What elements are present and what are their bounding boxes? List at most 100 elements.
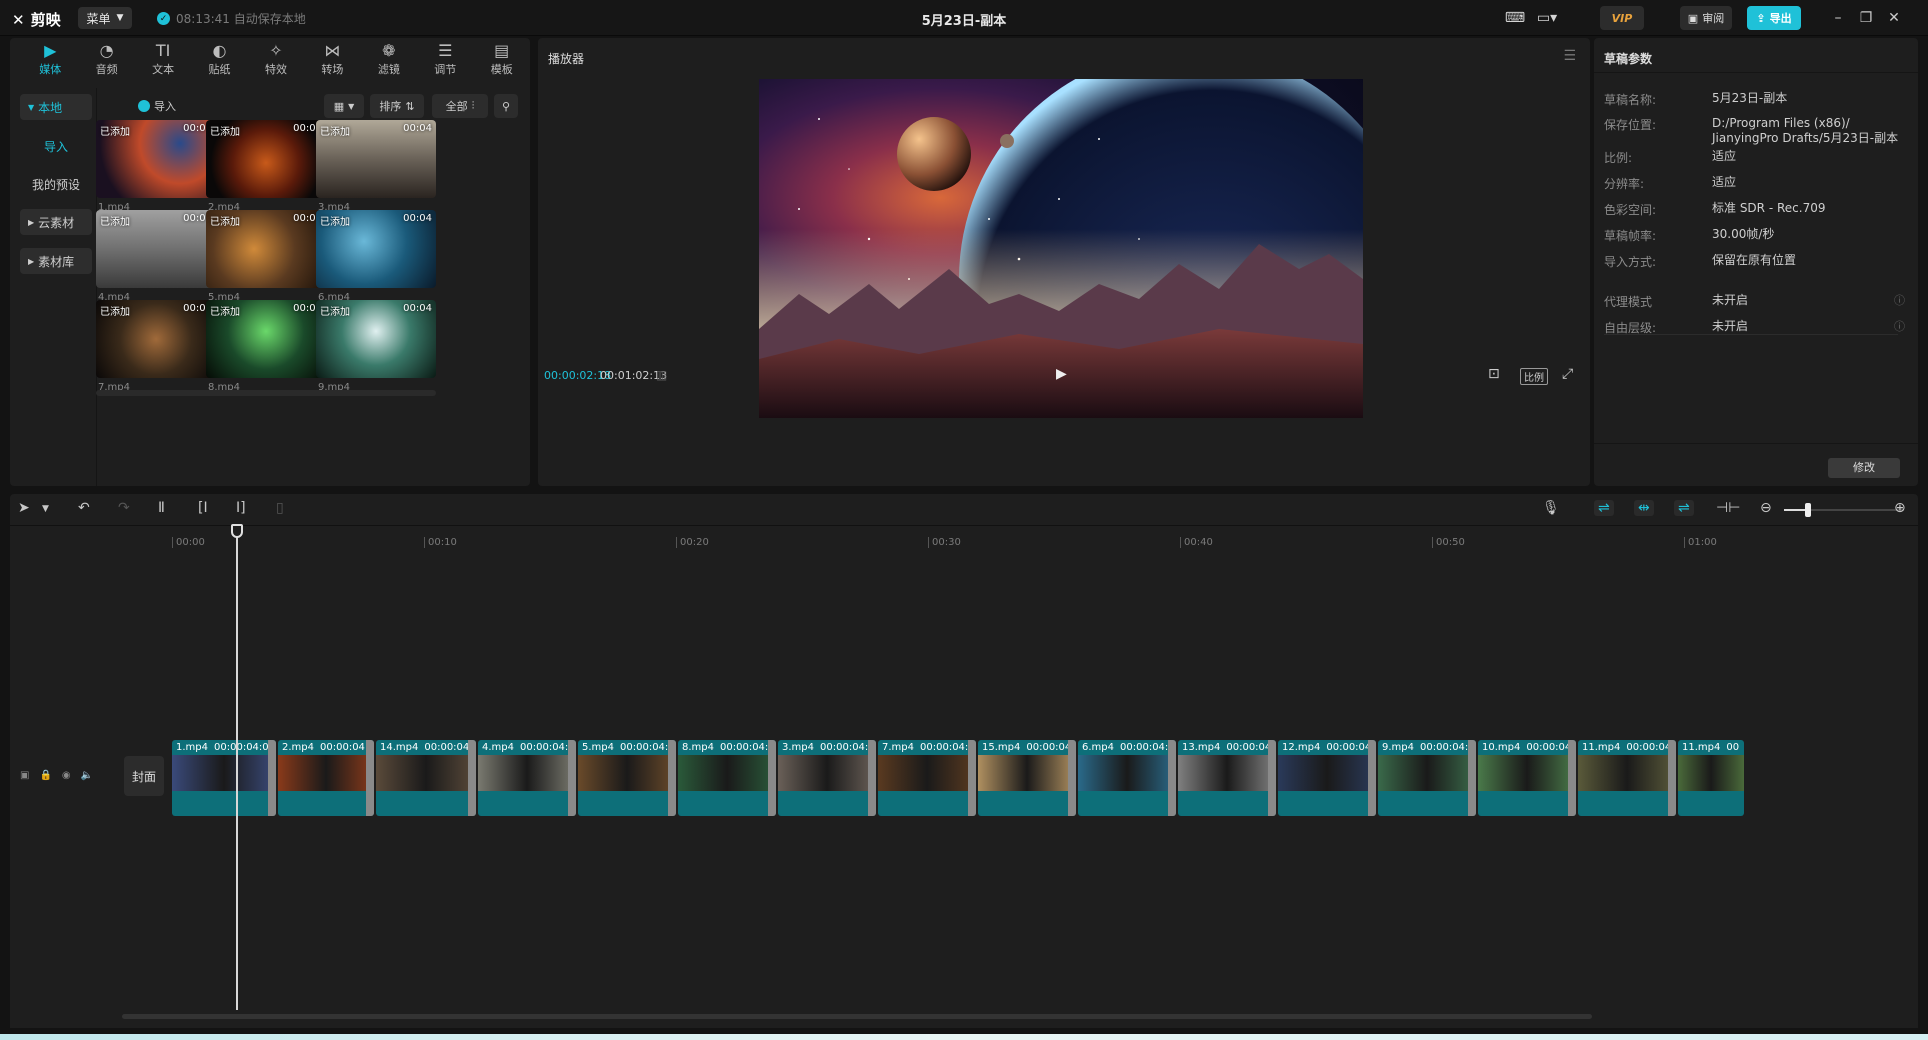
delete-icon[interactable]: ▯ bbox=[276, 500, 284, 516]
playhead-handle[interactable] bbox=[231, 524, 243, 538]
layout-icon[interactable]: ▭▾ bbox=[1530, 10, 1564, 26]
sidebar-item-local[interactable]: ▼ 本地 bbox=[20, 94, 92, 120]
media-thumbnail[interactable]: 已添加 00:04 bbox=[96, 300, 216, 378]
view-mode-button[interactable]: ▦ ▼ bbox=[324, 94, 364, 118]
clip-trim-handle[interactable] bbox=[268, 740, 276, 816]
microphone-icon[interactable]: 🎙 bbox=[1542, 500, 1560, 516]
close-icon[interactable]: ✕ bbox=[1880, 10, 1908, 26]
sidebar-item-cloud[interactable]: ▶ 云素材 bbox=[20, 209, 92, 235]
timeline-clip[interactable]: 3.mp4 00:00:04:0 bbox=[778, 740, 876, 816]
timeline-clip[interactable]: 10.mp4 00:00:04 bbox=[1478, 740, 1576, 816]
clip-trim-handle[interactable] bbox=[1568, 740, 1576, 816]
timeline-clip[interactable]: 1.mp4 00:00:04:00 bbox=[172, 740, 276, 816]
minimize-icon[interactable]: – bbox=[1824, 10, 1852, 26]
magnet-snap-icon[interactable]: ⇌ bbox=[1594, 500, 1614, 516]
split-right-icon[interactable]: Ⅰ] bbox=[236, 500, 246, 516]
clip-trim-handle[interactable] bbox=[1368, 740, 1376, 816]
ratio-button[interactable]: 比例 bbox=[1520, 368, 1548, 385]
undo-icon[interactable]: ↶ bbox=[78, 500, 90, 516]
restore-icon[interactable]: ❐ bbox=[1852, 10, 1880, 26]
media-thumbnail[interactable] bbox=[316, 390, 436, 396]
import-button[interactable]: 导入 bbox=[124, 94, 190, 118]
timeline-clip[interactable]: 5.mp4 00:00:04:0 bbox=[578, 740, 676, 816]
clip-trim-handle[interactable] bbox=[366, 740, 374, 816]
zoom-slider-track[interactable] bbox=[1784, 503, 1904, 517]
sort-button[interactable]: 排序 ⇅ bbox=[370, 94, 424, 118]
tab-effects[interactable]: ✧ 特效 bbox=[248, 38, 304, 82]
media-thumbnail[interactable]: 已添加 00:04 bbox=[206, 120, 326, 198]
media-thumbnail[interactable]: 已添加 00:04 bbox=[316, 300, 436, 378]
sidebar-item-my-presets[interactable]: 我的预设 bbox=[20, 171, 92, 197]
redo-icon[interactable]: ↷ bbox=[118, 500, 130, 516]
clip-trim-handle[interactable] bbox=[968, 740, 976, 816]
media-thumbnail[interactable] bbox=[96, 390, 216, 396]
lock-icon[interactable]: 🔒 bbox=[39, 770, 51, 781]
tab-sticker[interactable]: ◐ 贴纸 bbox=[191, 38, 247, 82]
media-thumbnail[interactable]: 已添加 00:04 bbox=[206, 210, 326, 288]
clip-trim-handle[interactable] bbox=[1168, 740, 1176, 816]
linkage-icon[interactable]: ⇹ bbox=[1634, 500, 1654, 516]
help-icon[interactable]: ⓘ bbox=[1894, 292, 1905, 308]
sidebar-item-library[interactable]: ▶ 素材库 bbox=[20, 248, 92, 274]
track-cover-icon[interactable]: ▣ bbox=[20, 770, 29, 781]
select-cursor-icon[interactable]: ➤ bbox=[18, 500, 30, 516]
tab-template[interactable]: ▤ 模板 bbox=[474, 38, 530, 82]
timeline-clip[interactable]: 15.mp4 00:00:04: bbox=[978, 740, 1076, 816]
menu-lines-icon[interactable]: ☰ bbox=[1563, 48, 1576, 64]
playhead[interactable] bbox=[236, 524, 238, 1010]
play-icon[interactable]: ▶ bbox=[1056, 366, 1067, 382]
media-thumbnail[interactable]: 已添加 00:04 bbox=[96, 120, 216, 198]
preview-axis-icon[interactable]: ⇌ bbox=[1674, 500, 1694, 516]
chevron-down-icon[interactable]: ▼ bbox=[42, 504, 49, 514]
vip-button[interactable]: VIP bbox=[1600, 6, 1644, 30]
media-thumbnail[interactable]: 已添加 00:04 bbox=[316, 120, 436, 198]
clip-trim-handle[interactable] bbox=[468, 740, 476, 816]
search-button[interactable]: ⚲ bbox=[494, 94, 518, 118]
timeline-clip[interactable]: 11.mp4 00 bbox=[1678, 740, 1744, 816]
screenshot-icon[interactable]: ⊡ bbox=[1488, 366, 1500, 382]
waveform-icon[interactable]: ▥ bbox=[656, 368, 667, 382]
speaker-icon[interactable]: 🔈 bbox=[81, 770, 93, 781]
split-icon[interactable]: Ⅱ bbox=[158, 500, 165, 516]
tab-filter[interactable]: ❁ 滤镜 bbox=[361, 38, 417, 82]
timeline-clip[interactable]: 7.mp4 00:00:04:0 bbox=[878, 740, 976, 816]
time-ruler[interactable]: 00:00 00:10 00:20 00:30 00:40 00:50 01:00 bbox=[10, 526, 1918, 550]
align-icon[interactable]: ⊣⊢ bbox=[1716, 500, 1740, 516]
clip-trim-handle[interactable] bbox=[1668, 740, 1676, 816]
sidebar-item-import[interactable]: 导入 bbox=[20, 133, 92, 159]
timeline-clip[interactable]: 8.mp4 00:00:04:0 bbox=[678, 740, 776, 816]
timeline-clip[interactable]: 11.mp4 00:00:04 bbox=[1578, 740, 1676, 816]
zoom-in-icon[interactable]: ⊕ bbox=[1894, 500, 1906, 516]
help-icon[interactable]: ⓘ bbox=[1894, 318, 1905, 334]
timeline-clip[interactable]: 12.mp4 00:00:04 bbox=[1278, 740, 1376, 816]
timeline-clip[interactable]: 9.mp4 00:00:04:0 bbox=[1378, 740, 1476, 816]
media-thumbnail[interactable]: 已添加 00:04 bbox=[96, 210, 216, 288]
eye-icon[interactable]: ◉ bbox=[62, 770, 71, 781]
keyboard-icon[interactable]: ⌨ bbox=[1500, 10, 1530, 26]
clip-trim-handle[interactable] bbox=[668, 740, 676, 816]
menu-button[interactable]: 菜单 ▼ bbox=[78, 7, 132, 29]
zoom-slider-thumb[interactable] bbox=[1805, 503, 1811, 517]
timeline-clip[interactable]: 13.mp4 00:00:04 bbox=[1178, 740, 1276, 816]
edit-button[interactable]: 修改 bbox=[1828, 458, 1900, 478]
timeline-clip[interactable]: 6.mp4 00:00:04:00 bbox=[1078, 740, 1176, 816]
filter-button[interactable]: 全部 ⫶ bbox=[432, 94, 488, 118]
media-thumbnail[interactable]: 已添加 00:04 bbox=[206, 300, 326, 378]
clip-trim-handle[interactable] bbox=[568, 740, 576, 816]
clip-trim-handle[interactable] bbox=[868, 740, 876, 816]
timeline-clip[interactable]: 2.mp400:00:04:00 bbox=[278, 740, 374, 816]
clip-trim-handle[interactable] bbox=[1268, 740, 1276, 816]
timeline-clip[interactable]: 14.mp4 00:00:04 bbox=[376, 740, 476, 816]
tab-transition[interactable]: ⋈ 转场 bbox=[304, 38, 360, 82]
clip-trim-handle[interactable] bbox=[1068, 740, 1076, 816]
review-button[interactable]: ▣ 审阅 bbox=[1680, 6, 1732, 30]
clip-trim-handle[interactable] bbox=[1468, 740, 1476, 816]
timeline-clip[interactable]: 4.mp4 00:00:04:0 bbox=[478, 740, 576, 816]
fullscreen-icon[interactable]: ⤢ bbox=[1562, 366, 1573, 382]
tab-media[interactable]: ▶ 媒体 bbox=[22, 38, 78, 82]
cover-button[interactable]: 封面 bbox=[124, 756, 164, 796]
tab-text[interactable]: TI 文本 bbox=[135, 38, 191, 82]
export-button[interactable]: ⇪ 导出 bbox=[1747, 6, 1801, 30]
zoom-out-icon[interactable]: ⊖ bbox=[1760, 500, 1772, 516]
clip-trim-handle[interactable] bbox=[768, 740, 776, 816]
